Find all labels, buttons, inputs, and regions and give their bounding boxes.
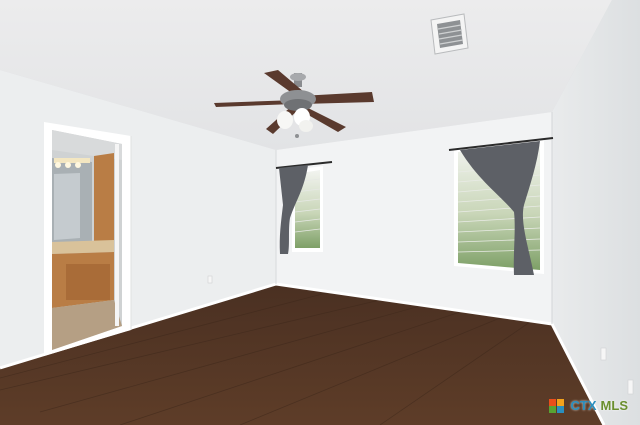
ctxmls-watermark: CTX MLS bbox=[548, 398, 628, 413]
room-photo: CTX MLS bbox=[0, 0, 640, 425]
door-icon bbox=[44, 122, 132, 356]
window-icon bbox=[448, 137, 554, 275]
watermark-mls-text: MLS bbox=[600, 398, 628, 413]
ctxmls-logo-icon bbox=[548, 398, 567, 413]
watermark-ctx-text: CTX bbox=[570, 398, 597, 413]
room-illustration bbox=[0, 0, 640, 425]
air-vent-icon bbox=[430, 13, 469, 55]
